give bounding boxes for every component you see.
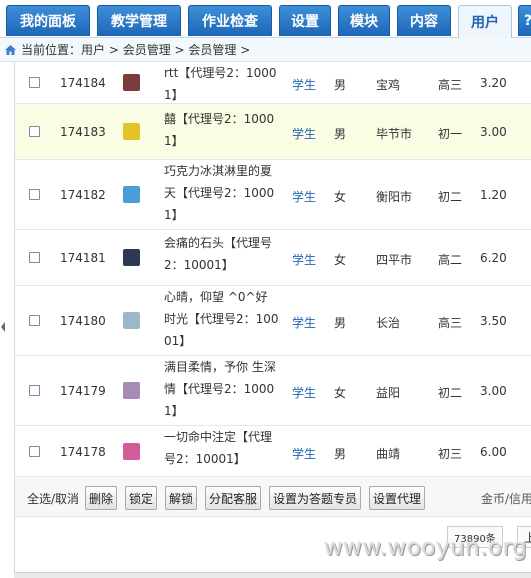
row-checkbox[interactable] [29,446,40,457]
user-city: 宝鸡 [376,78,401,92]
tab-teaching[interactable]: 教学管理 [97,5,181,36]
user-grade: 高二 [438,253,463,267]
user-balance: 6.20 [480,251,507,265]
user-role[interactable]: 学生 [292,445,316,462]
user-balance: 3.00 [480,125,507,139]
select-all-toggle[interactable]: 全选/取消 [27,490,79,507]
horizontal-scrollbar[interactable] [14,572,531,578]
user-name[interactable]: 巧克力冰淇淋里的夏天【代理号2：10001】 [164,160,279,226]
bulk-action-bar: 全选/取消 删除 锁定 解锁 分配客服 设置为答题专员 设置代理 金币/信用 [15,477,531,517]
user-sex: 女 [334,253,347,267]
user-grade: 高三 [438,316,463,330]
user-name[interactable]: 会痛的石头【代理号2：10001】 [164,232,279,276]
tab-users[interactable]: 用户 [458,5,512,38]
user-role[interactable]: 学生 [292,384,316,401]
user-name[interactable]: 一切命中注定【代理号2：10001】 [164,426,279,470]
table-row: 174182 巧克力冰淇淋里的夏天【代理号2：10001】 学生 女 衡阳市 初二 1.20 [15,160,531,230]
avatar [123,443,140,460]
user-grade: 初二 [438,386,463,400]
breadcrumb-path[interactable]: 用户 > 会员管理 > 会员管理 > [81,41,250,58]
user-role[interactable]: 学生 [292,76,316,93]
user-sex: 女 [334,190,347,204]
user-city: 益阳 [376,386,401,400]
user-city: 衡阳市 [376,190,413,204]
table-row: 174180 心晴，仰望 ^0^好时光【代理号2：10001】 学生 男 长治 高三 3.5… [15,286,531,356]
assign-service-button[interactable]: 分配客服 [205,486,261,510]
user-grade: 高三 [438,78,463,92]
row-checkbox[interactable] [29,189,40,200]
row-checkbox[interactable] [29,252,40,263]
avatar [123,74,140,91]
user-role[interactable]: 学生 [292,188,316,205]
table-row: 174179 满目柔情，予你 生深情【代理号2：10001】 学生 女 益阳 初二 3.00 [15,356,531,426]
user-id: 174181 [60,251,106,265]
user-grade: 初二 [438,190,463,204]
user-name[interactable]: rtt【代理号2：10001】 [164,62,279,106]
user-sex: 男 [334,316,347,330]
user-id: 174183 [60,125,106,139]
user-city: 曲靖 [376,447,401,461]
coin-credit-label: 金币/信用 [481,492,531,506]
user-id: 174184 [60,76,106,90]
tab-modules[interactable]: 模块 [338,5,390,36]
user-balance: 3.50 [480,314,507,328]
breadcrumb: 当前位置： 用户 > 会员管理 > 会员管理 > [0,38,531,62]
user-balance: 6.00 [480,445,507,459]
tab-content[interactable]: 内容 [397,5,451,36]
avatar [123,123,140,140]
user-sex: 男 [334,78,347,92]
set-agent-button[interactable]: 设置代理 [369,486,425,510]
avatar [123,382,140,399]
tab-overflow[interactable]: ? [518,5,531,36]
row-checkbox[interactable] [29,315,40,326]
home-icon [5,44,16,55]
watermark: www.wooyun.org [324,535,528,561]
set-expert-button[interactable]: 设置为答题专员 [269,486,361,510]
user-balance: 3.00 [480,384,507,398]
lock-button[interactable]: 锁定 [125,486,157,510]
avatar [123,312,140,329]
user-id: 174182 [60,188,106,202]
collapse-sidebar-icon[interactable] [0,320,6,334]
user-city: 长治 [376,316,401,330]
user-sex: 男 [334,447,347,461]
breadcrumb-prefix: 当前位置： [21,43,82,57]
user-id: 174180 [60,314,106,328]
user-sex: 女 [334,386,347,400]
unlock-button[interactable]: 解锁 [165,486,197,510]
row-checkbox[interactable] [29,385,40,396]
user-name[interactable]: 满目柔情，予你 生深情【代理号2：10001】 [164,356,279,422]
row-checkbox[interactable] [29,77,40,88]
tab-my-panel[interactable]: 我的面板 [6,5,90,36]
tab-homework[interactable]: 作业检查 [188,5,272,36]
user-city: 四平市 [376,253,413,267]
user-balance: 1.20 [480,188,507,202]
user-role[interactable]: 学生 [292,314,316,331]
user-role[interactable]: 学生 [292,251,316,268]
user-grade: 初一 [438,127,463,141]
avatar [123,249,140,266]
table-row: 174178 一切命中注定【代理号2：10001】 学生 男 曲靖 初三 6.00 [15,426,531,477]
user-grade: 初三 [438,447,463,461]
user-role[interactable]: 学生 [292,125,316,142]
user-balance: 3.20 [480,76,507,90]
tab-settings[interactable]: 设置 [279,5,331,36]
user-id: 174179 [60,384,106,398]
table-row: 174184 rtt【代理号2：10001】 学生 男 宝鸡 高三 3.20 [15,62,531,104]
user-name[interactable]: 囍【代理号2：10001】 [164,108,279,152]
user-id: 174178 [60,445,106,459]
table-row: 174181 会痛的石头【代理号2：10001】 学生 女 四平市 高二 6.20 [15,230,531,286]
row-checkbox[interactable] [29,126,40,137]
user-name[interactable]: 心晴，仰望 ^0^好时光【代理号2：10001】 [164,286,279,352]
top-navigation: 我的面板 教学管理 作业检查 设置 模块 内容 用户 ? [0,0,531,38]
user-city: 毕节市 [376,127,413,141]
avatar [123,186,140,203]
user-sex: 男 [334,127,347,141]
member-table: 174184 rtt【代理号2：10001】 学生男宝鸡 高三 3.20 174183 囍【… [14,62,531,578]
table-row: 174183 囍【代理号2：10001】 学生 男 毕节市 初一 3.00 [15,104,531,160]
delete-button[interactable]: 删除 [85,486,117,510]
